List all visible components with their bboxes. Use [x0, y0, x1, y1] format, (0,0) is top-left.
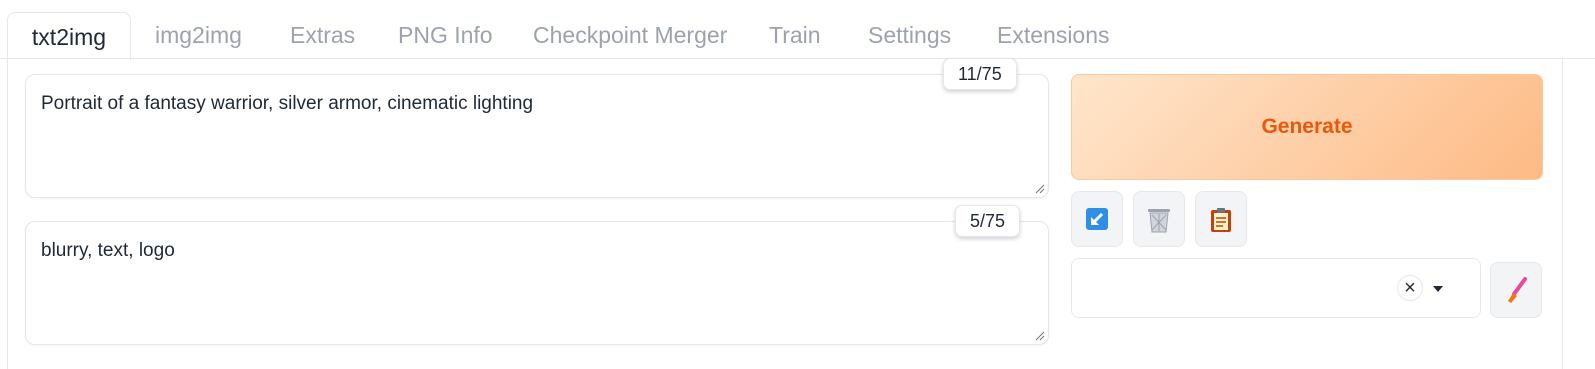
tab-extensions[interactable]: Extensions	[997, 22, 1110, 49]
paintbrush-icon	[1508, 277, 1527, 303]
tab-checkpoint-merger[interactable]: Checkpoint Merger	[533, 22, 727, 49]
chevron-down-icon[interactable]	[1432, 285, 1444, 293]
trash-icon	[1148, 209, 1170, 233]
tab-img2img[interactable]: img2img	[155, 22, 242, 49]
negative-prompt-token-counter: 5/75	[955, 205, 1021, 237]
tab-extras[interactable]: Extras	[290, 22, 355, 49]
tab-txt2img[interactable]: txt2img	[7, 12, 131, 60]
edit-styles-button[interactable]	[1490, 262, 1542, 318]
read-generation-params-icon	[1086, 208, 1108, 230]
prompt-token-counter: 11/75	[943, 58, 1017, 90]
prompt-input[interactable]: Portrait of a fantasy warrior, silver ar…	[25, 74, 1049, 198]
clipboard-icon	[1211, 208, 1231, 232]
clear-prompt-button[interactable]	[1133, 191, 1185, 247]
negative-prompt-input[interactable]: blurry, text, logo	[25, 221, 1049, 345]
negative-prompt-text: blurry, text, logo	[41, 240, 175, 261]
generate-button[interactable]: Generate	[1071, 74, 1543, 180]
tab-settings[interactable]: Settings	[868, 22, 951, 49]
clear-styles-icon[interactable]: ×	[1397, 275, 1423, 301]
read-params-button[interactable]	[1071, 191, 1123, 247]
resize-handle-icon[interactable]	[1035, 184, 1045, 194]
tab-bar: txt2img img2img Extras PNG Info Checkpoi…	[0, 0, 1595, 60]
resize-handle-icon[interactable]	[1035, 331, 1045, 341]
tab-train[interactable]: Train	[769, 22, 821, 49]
prompt-text: Portrait of a fantasy warrior, silver ar…	[41, 93, 534, 114]
styles-dropdown[interactable]: ×	[1071, 258, 1481, 318]
tab-png-info[interactable]: PNG Info	[398, 22, 493, 49]
apply-style-button[interactable]	[1195, 191, 1247, 247]
